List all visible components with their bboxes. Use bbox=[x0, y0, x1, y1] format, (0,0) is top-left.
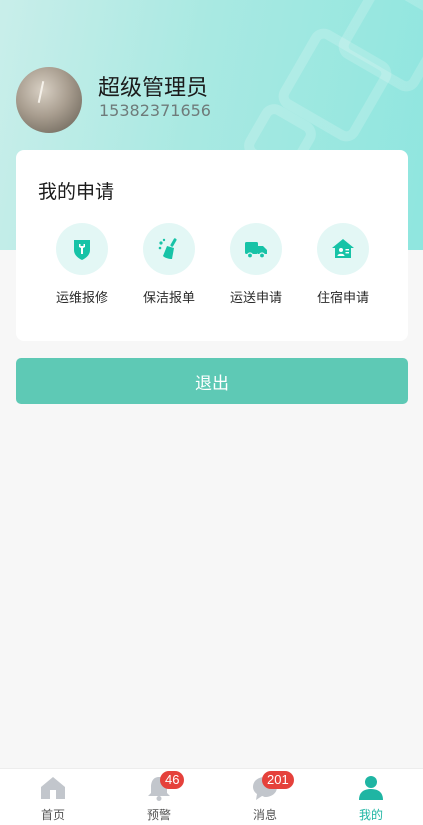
app-accommodation-request[interactable]: 住宿申请 bbox=[300, 223, 386, 306]
wrench-shield-icon bbox=[56, 223, 108, 275]
tab-label: 消息 bbox=[252, 808, 277, 822]
card-title: 我的申请 bbox=[38, 181, 115, 203]
tab-home[interactable]: 首页 bbox=[0, 769, 106, 825]
user-phone: 15382371656 bbox=[99, 101, 211, 120]
tab-label: 我的 bbox=[358, 808, 383, 822]
tab-label: 首页 bbox=[40, 808, 65, 822]
house-icon bbox=[317, 223, 369, 275]
broom-icon bbox=[143, 223, 195, 275]
my-applications-card: 我的申请 运维报修 保洁报单 运送申请 住宿申请 bbox=[16, 150, 408, 341]
messages-badge: 201 bbox=[262, 771, 294, 789]
tab-label: 预警 bbox=[146, 808, 171, 822]
app-label: 住宿申请 bbox=[316, 291, 369, 306]
alerts-badge: 46 bbox=[160, 771, 185, 789]
tab-mine[interactable]: 我的 bbox=[318, 769, 423, 825]
app-label: 运维报修 bbox=[55, 291, 108, 306]
app-label: 运送申请 bbox=[229, 291, 282, 306]
user-icon bbox=[359, 776, 383, 800]
user-name: 超级管理员 bbox=[98, 76, 209, 101]
app-maintenance-repair[interactable]: 运维报修 bbox=[39, 223, 125, 306]
app-label: 保洁报单 bbox=[142, 291, 195, 306]
bottom-tab-bar: 首页 46 预警 201 消息 我的 bbox=[0, 768, 423, 825]
avatar[interactable] bbox=[16, 67, 82, 133]
application-grid: 运维报修 保洁报单 运送申请 住宿申请 bbox=[16, 223, 408, 313]
logout-button[interactable]: 退出 bbox=[16, 358, 408, 404]
tab-alerts[interactable]: 46 预警 bbox=[106, 769, 212, 825]
tab-messages[interactable]: 201 消息 bbox=[212, 769, 318, 825]
truck-icon bbox=[230, 223, 282, 275]
app-cleaning-order[interactable]: 保洁报单 bbox=[126, 223, 212, 306]
app-transport-request[interactable]: 运送申请 bbox=[213, 223, 299, 306]
home-icon bbox=[41, 777, 65, 799]
